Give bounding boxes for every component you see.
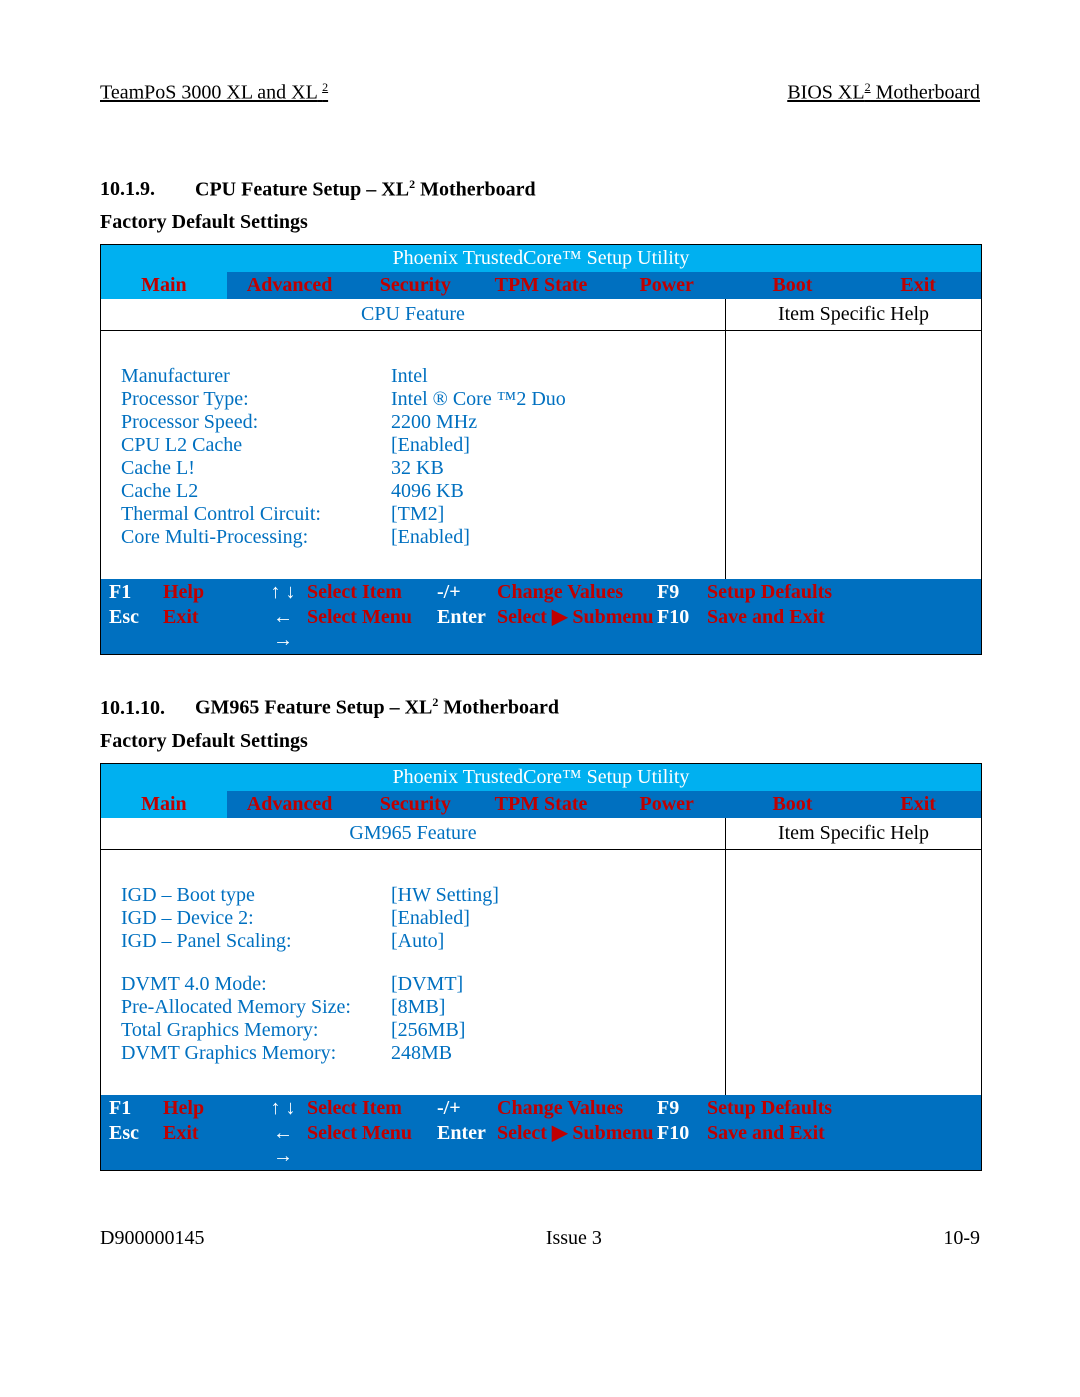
bios-tabs: Main Advanced Security TPM State Power B… (101, 272, 981, 299)
help-pane-title-2: Item Specific Help (726, 818, 981, 850)
left-pane-title: CPU Feature (101, 299, 725, 331)
cpu-feature-list: ManufacturerIntel Processor Type:Intel ®… (101, 331, 725, 579)
gm965-feature-list: IGD – Boot type[HW Setting] IGD – Device… (101, 850, 725, 1095)
bios-title-2: Phoenix TrustedCore™ Setup Utility (101, 764, 981, 791)
section-heading-gm965: 10.1.10. GM965 Feature Setup – XL2 Mothe… (100, 695, 980, 720)
tab-security[interactable]: Security (352, 791, 478, 818)
tab-main[interactable]: Main (101, 791, 227, 818)
running-header: TeamPoS 3000 XL and XL 2 BIOS XL2 Mother… (100, 80, 980, 105)
tab-boot[interactable]: Boot (730, 272, 856, 299)
tab-exit[interactable]: Exit (855, 272, 981, 299)
tab-advanced[interactable]: Advanced (227, 272, 353, 299)
left-pane-title-2: GM965 Feature (101, 818, 725, 850)
header-right: BIOS XL2 Motherboard (787, 80, 980, 105)
subheading-factory-defaults-2: Factory Default Settings (100, 730, 980, 753)
bios-tabs-2: Main Advanced Security TPM State Power B… (101, 791, 981, 818)
doc-number: D900000145 (100, 1227, 204, 1250)
tab-tpm-state[interactable]: TPM State (478, 791, 604, 818)
tab-power[interactable]: Power (604, 791, 730, 818)
tab-exit[interactable]: Exit (855, 791, 981, 818)
issue-number: Issue 3 (546, 1227, 602, 1250)
bios-legend-2: F1Help ↑ ↓Select Item -/+Change Values F… (101, 1095, 981, 1170)
bios-title: Phoenix TrustedCore™ Setup Utility (101, 245, 981, 272)
bios-legend: F1Help ↑ ↓Select Item -/+Change Values F… (101, 579, 981, 654)
tab-main[interactable]: Main (101, 272, 227, 299)
section-heading-cpu: 10.1.9. CPU Feature Setup – XL2 Motherbo… (100, 177, 980, 202)
help-pane-title: Item Specific Help (726, 299, 981, 331)
tab-security[interactable]: Security (352, 272, 478, 299)
page-number: 10-9 (943, 1227, 980, 1250)
bios-panel-cpu: Phoenix TrustedCore™ Setup Utility Main … (100, 244, 982, 655)
tab-tpm-state[interactable]: TPM State (478, 272, 604, 299)
bios-panel-gm965: Phoenix TrustedCore™ Setup Utility Main … (100, 763, 982, 1171)
subheading-factory-defaults: Factory Default Settings (100, 211, 980, 234)
tab-advanced[interactable]: Advanced (227, 791, 353, 818)
page-footer: D900000145 Issue 3 10-9 (100, 1227, 980, 1250)
header-left: TeamPoS 3000 XL and XL 2 (100, 80, 328, 105)
tab-power[interactable]: Power (604, 272, 730, 299)
tab-boot[interactable]: Boot (730, 791, 856, 818)
